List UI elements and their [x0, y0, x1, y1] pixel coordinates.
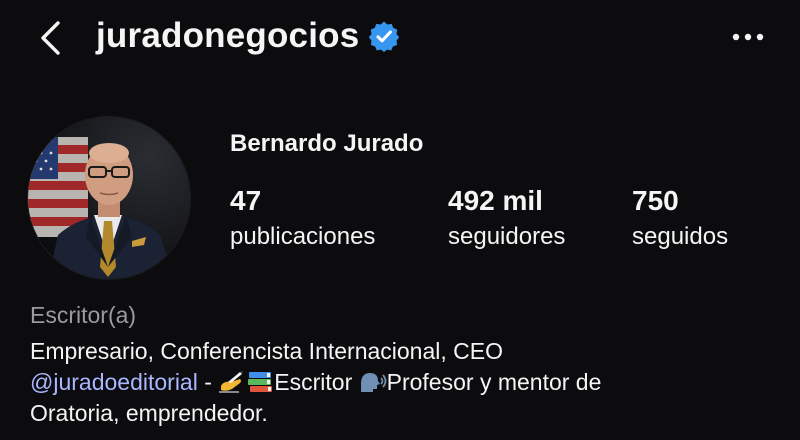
username: juradonegocios [96, 16, 360, 55]
more-horizontal-icon[interactable] [728, 26, 768, 48]
profile-screen: juradonegocios Bernardo Jurado 47 public… [0, 0, 800, 440]
username-group: juradonegocios [96, 16, 400, 56]
following-label: seguidos [632, 223, 729, 250]
bio-line-3: Oratoria, emprendedor. [30, 400, 268, 426]
bio-line-1: Empresario, Conferencista Internacional,… [30, 338, 503, 364]
bio-line-2: @juradoeditorial - Escritor Profesor y m… [30, 367, 790, 398]
following-count: 750 [632, 185, 679, 216]
chevron-left-icon[interactable] [34, 18, 70, 58]
bio-writer-text: Escritor [274, 369, 359, 395]
profile-header: juradonegocios [0, 0, 800, 76]
followers-count: 492 mil [448, 185, 543, 216]
profile-avatar[interactable] [28, 117, 190, 279]
display-name: Bernardo Jurado [230, 130, 424, 157]
following-count-stat[interactable]: 750 seguidos [632, 185, 728, 255]
posts-count: 47 [230, 185, 262, 216]
speaking-head-icon [360, 373, 387, 392]
profile-category: Escritor(a) [30, 302, 137, 328]
books-icon [248, 372, 273, 392]
profile-bio: Empresario, Conferencista Internacional,… [30, 336, 790, 429]
bio-dash: - [197, 369, 219, 395]
followers-label: seguidores [448, 223, 566, 250]
mention-link[interactable]: @juradoeditorial [30, 369, 198, 395]
followers-count-stat[interactable]: 492 mil seguidores [448, 185, 565, 255]
bio-teacher-text: Profesor y mentor de [386, 369, 602, 395]
verified-badge-icon [369, 21, 400, 52]
posts-count-stat[interactable]: 47 publicaciones [230, 185, 375, 255]
posts-label: publicaciones [230, 223, 376, 250]
avatar-portrait [28, 117, 190, 279]
writing-hand-icon [219, 371, 244, 393]
